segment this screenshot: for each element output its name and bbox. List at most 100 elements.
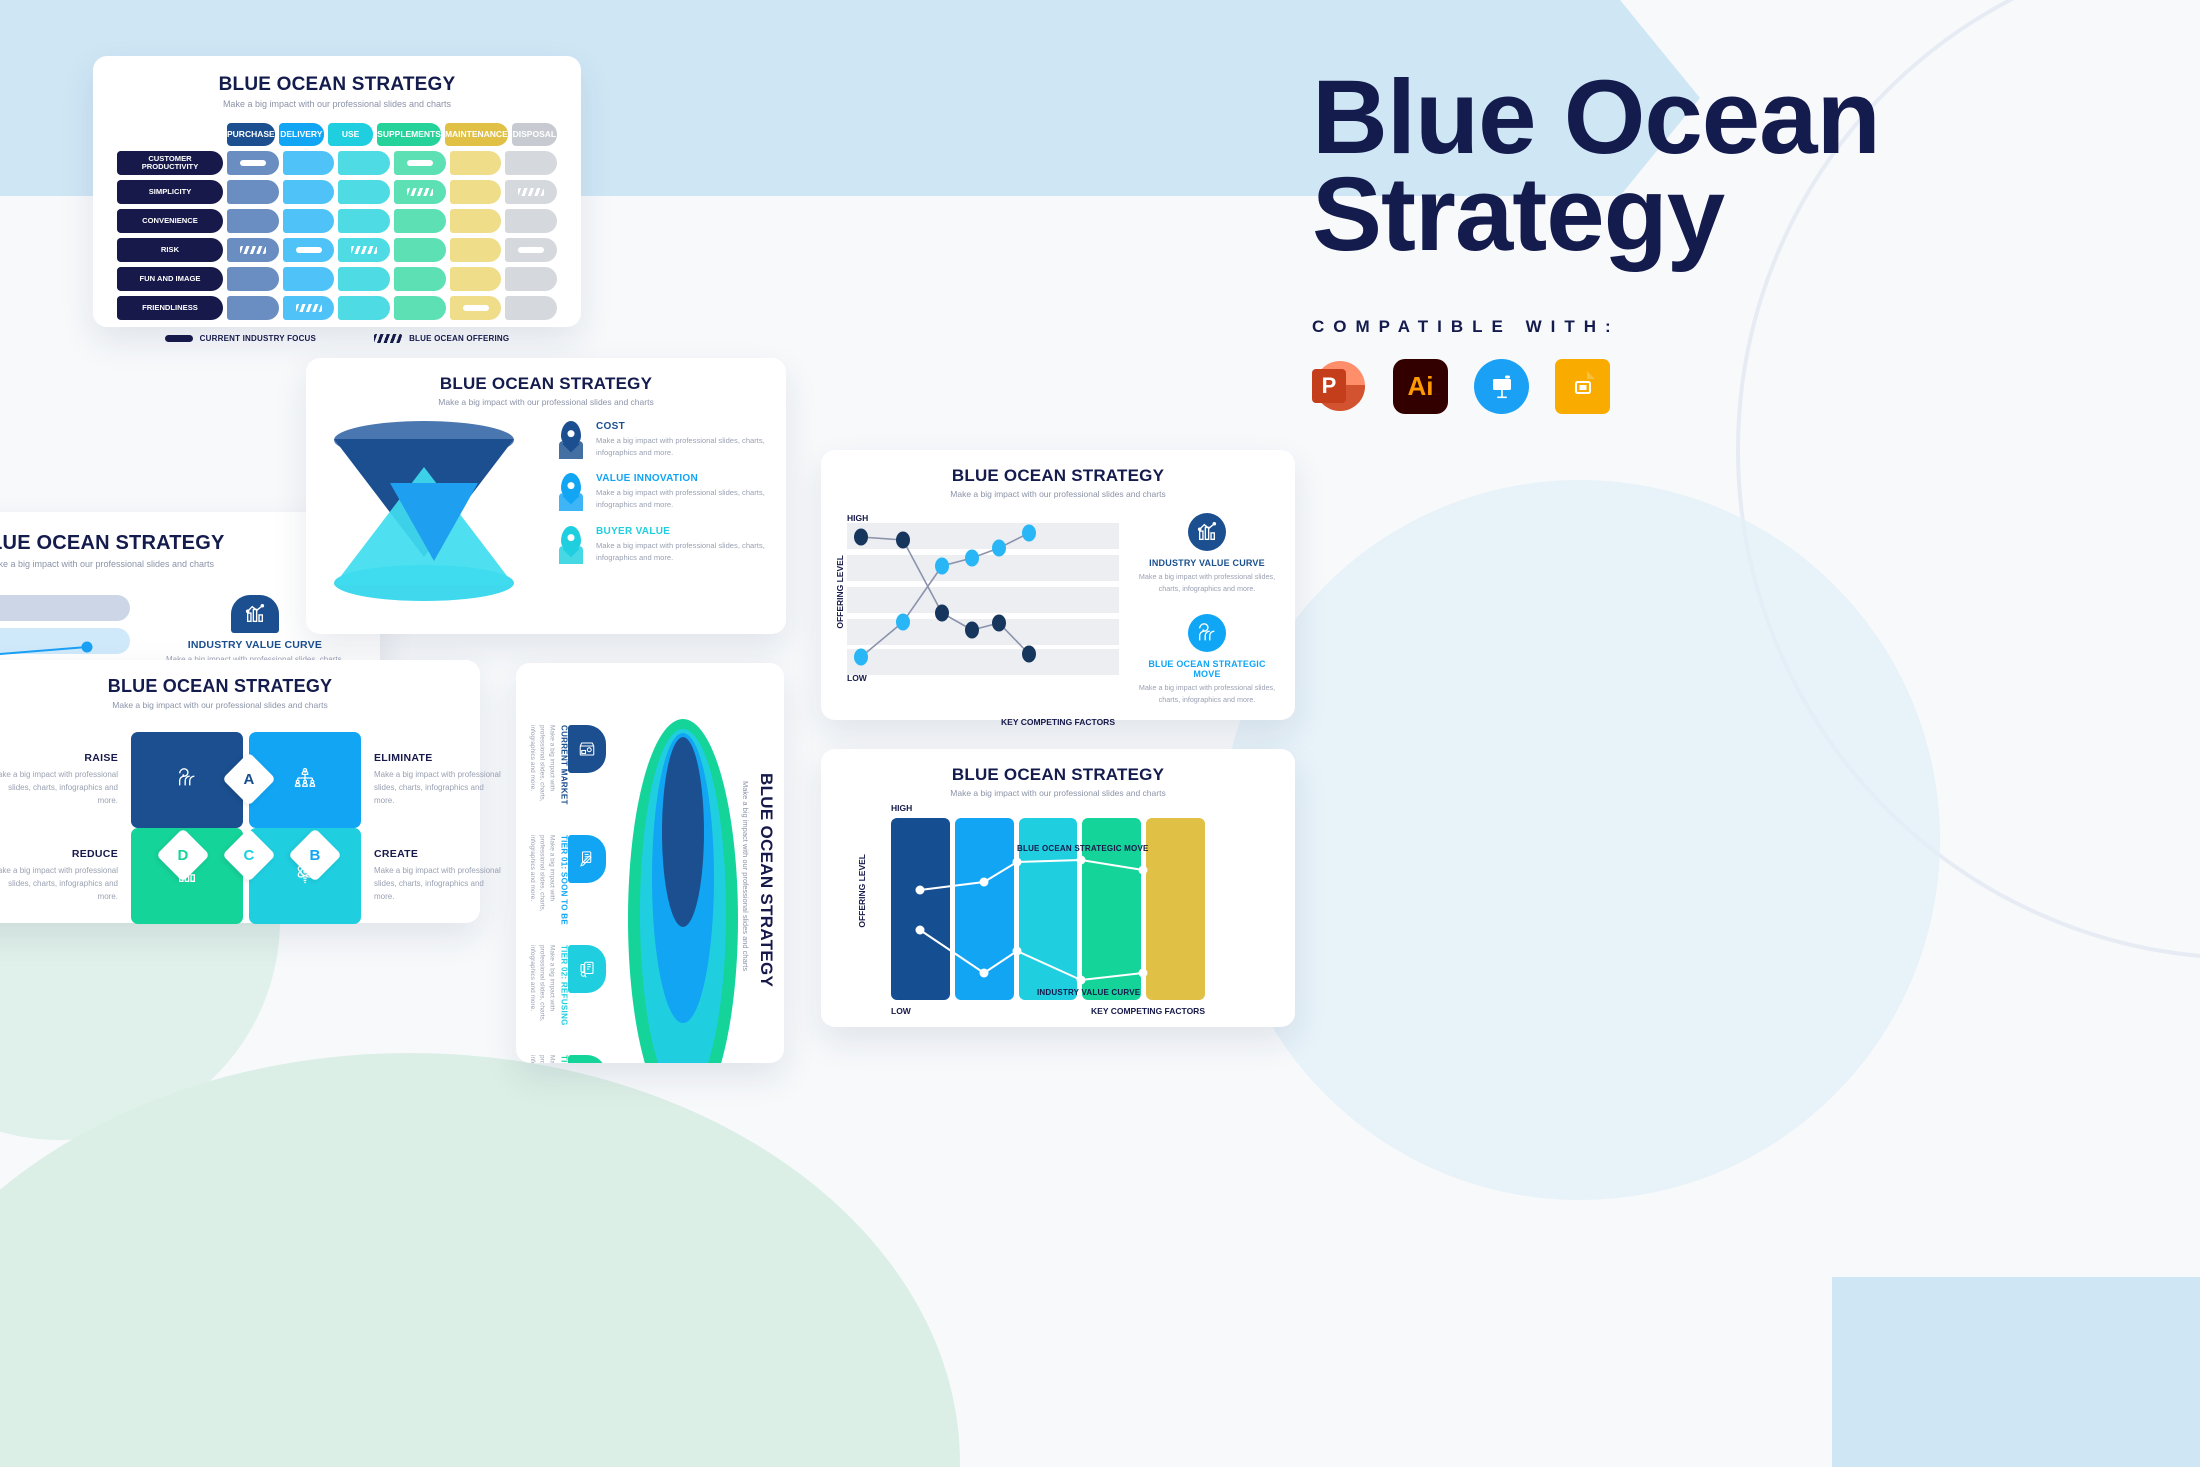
- headline-line-2: Strategy: [1312, 155, 1725, 273]
- grid-cell[interactable]: [338, 209, 391, 233]
- grid-column-header[interactable]: MAINTENANCE: [444, 123, 508, 146]
- grid-cell[interactable]: [227, 267, 279, 291]
- grid-cell[interactable]: [394, 267, 446, 291]
- grid-cell[interactable]: [449, 180, 502, 204]
- feature-title: BLUE OCEAN STRATEGIC MOVE: [1148, 659, 1266, 680]
- grid-column-header[interactable]: SUPPLEMENTS: [377, 123, 441, 146]
- cone-item-description: Make a big impact with professional slid…: [596, 488, 765, 510]
- cone-item[interactable]: VALUE INNOVATION Make a big impact with p…: [556, 473, 768, 512]
- grid-cell[interactable]: [394, 180, 446, 204]
- tier-label: TIER 02: REFUSING: [559, 945, 569, 1026]
- grid-cell[interactable]: [338, 151, 391, 175]
- bands-y-label: OFFERING LEVEL: [857, 854, 867, 928]
- scatter-stripes: [847, 523, 1119, 675]
- quadrant-label: ELIMINATE: [374, 752, 433, 765]
- tier-description: Make a big impact with professional slid…: [528, 835, 556, 912]
- grid-row-label[interactable]: FUN AND IMAGE: [117, 267, 223, 291]
- grid-cell[interactable]: [449, 267, 502, 291]
- grid-cell[interactable]: [282, 238, 335, 262]
- grid-cell[interactable]: [505, 296, 558, 320]
- card-quadrant-title: BLUE OCEAN STRATEGY: [107, 676, 333, 696]
- grid-cell[interactable]: [505, 238, 558, 262]
- current-focus-marker: [518, 247, 545, 253]
- grid-cell[interactable]: [282, 209, 335, 233]
- card-grid-subtitle: Make a big impact with our professional …: [222, 99, 452, 109]
- tier-item[interactable]: Make a big impact with professional slid…: [524, 1055, 607, 1063]
- card-scatter[interactable]: BLUE OCEAN STRATEGY Make a big impact wi…: [821, 450, 1295, 727]
- grid-cell[interactable]: [338, 180, 391, 204]
- cone-item[interactable]: COST Make a big impact with professional …: [556, 421, 768, 459]
- grid-cell[interactable]: [394, 296, 446, 320]
- card-tiers[interactable]: BLUE OCEAN STRATEGY Make a big impact wi…: [516, 663, 784, 1063]
- grid-cell[interactable]: [449, 296, 502, 320]
- grid-column-header[interactable]: USE: [327, 123, 374, 146]
- grid-cell[interactable]: [282, 296, 335, 320]
- grid-cell[interactable]: [449, 151, 502, 175]
- tier-item[interactable]: Make a big impact with professional slid…: [524, 725, 607, 819]
- grid-cell[interactable]: [505, 267, 558, 291]
- google-slides-logo: [1555, 359, 1610, 415]
- scatter-plot: HIGH LOW OFFERING LEVEL KEY COMPETING FA…: [835, 513, 1119, 727]
- current-focus-marker: [462, 305, 489, 311]
- powerpoint-logo: P: [1312, 359, 1367, 414]
- card-value-curve-subtitle: Make a big impact with our professional …: [0, 559, 215, 569]
- quadrant-text: REDUCE Make a big impact with professiona…: [0, 828, 128, 924]
- card-quadrant[interactable]: BLUE OCEAN STRATEGY Make a big impact wi…: [0, 660, 501, 924]
- grid-cell[interactable]: [338, 238, 391, 262]
- card-bands[interactable]: BLUE OCEAN STRATEGY Make a big impact wi…: [821, 749, 1295, 1027]
- tier-description: Make a big impact with professional slid…: [528, 725, 556, 802]
- card-grid[interactable]: BLUE OCEAN STRATEGY Make a big impact wi…: [93, 56, 581, 343]
- grid-cell[interactable]: [449, 209, 502, 233]
- card-scatter-title: BLUE OCEAN STRATEGY: [951, 466, 1165, 485]
- quadrant-description: Make a big impact with professional slid…: [0, 866, 118, 901]
- grid-cell[interactable]: [505, 151, 558, 175]
- grid-row-label[interactable]: CUSTOMER PRODUCTIVITY: [117, 151, 223, 175]
- grid-column-headers: PURCHASE DELIVERY USE SUPPLEMENTS MAINTENANC…: [227, 123, 557, 146]
- grid-cell[interactable]: [338, 296, 391, 320]
- grid-cell[interactable]: [227, 238, 279, 262]
- current-focus-marker: [406, 160, 433, 166]
- feature-item[interactable]: INDUSTRY VALUE CURVE Make a big impact wi…: [1137, 513, 1277, 594]
- grid-cell[interactable]: [227, 180, 279, 204]
- quadrant-grid: RAISE Make a big impact with professional…: [0, 732, 501, 924]
- table-row: SIMPLICITY: [117, 180, 558, 204]
- grid-column-header[interactable]: PURCHASE: [227, 123, 275, 146]
- quadrant-label: CREATE: [374, 848, 419, 861]
- headline-block: Blue Ocean Strategy COMPATIBLE WITH: P A…: [1312, 65, 1881, 415]
- grid-cell[interactable]: [227, 151, 279, 175]
- grid-cell[interactable]: [282, 151, 335, 175]
- grid-row-label[interactable]: SIMPLICITY: [117, 180, 223, 204]
- grid-cell[interactable]: [505, 180, 558, 204]
- grid-cell[interactable]: [394, 209, 446, 233]
- cone-item[interactable]: BUYER VALUE Make a big impact with profes…: [556, 525, 768, 564]
- blue-ocean-marker: [406, 188, 433, 196]
- grid-row-label[interactable]: RISK: [117, 238, 223, 262]
- grid-cell[interactable]: [227, 209, 279, 233]
- leaf-diagram: [628, 719, 738, 1063]
- cone-item-description: Make a big impact with professional slid…: [596, 540, 765, 562]
- tier-item[interactable]: Make a big impact with professional slid…: [524, 835, 607, 929]
- grid-cell[interactable]: [282, 267, 335, 291]
- search-icon: [568, 1055, 607, 1063]
- grid-cell[interactable]: [394, 151, 446, 175]
- tier-item[interactable]: Make a big impact with professional slid…: [524, 945, 607, 1039]
- tier-label: TIER 03: UNEXPLORED: [558, 1055, 568, 1063]
- grid-row-label[interactable]: FRIENDLINESS: [117, 296, 223, 320]
- grid-column-header[interactable]: DISPOSAL: [511, 123, 557, 146]
- card-bands-title: BLUE OCEAN STRATEGY: [951, 765, 1165, 784]
- feature-item[interactable]: BLUE OCEAN STRATEGIC MOVE Make a big impa…: [1137, 614, 1277, 705]
- grid-cell[interactable]: [227, 296, 279, 320]
- grid-row-label[interactable]: CONVENIENCE: [117, 209, 223, 233]
- card-cone[interactable]: BLUE OCEAN STRATEGY Make a big impact wi…: [306, 358, 786, 634]
- grid-cell[interactable]: [338, 267, 391, 291]
- compatible-with-label: COMPATIBLE WITH:: [1312, 317, 1620, 337]
- grid-cell[interactable]: [449, 238, 502, 262]
- grid-cell[interactable]: [282, 180, 335, 204]
- grid-cell[interactable]: [505, 209, 558, 233]
- grid-column-header[interactable]: DELIVERY: [278, 123, 324, 146]
- legend-dash-icon: [164, 335, 193, 342]
- quadrant-description: Make a big impact with professional slid…: [0, 770, 118, 805]
- grid-cell[interactable]: [394, 238, 446, 262]
- people-head-icon: [176, 767, 198, 794]
- scatter-features: INDUSTRY VALUE CURVE Make a big impact wi…: [1137, 513, 1277, 725]
